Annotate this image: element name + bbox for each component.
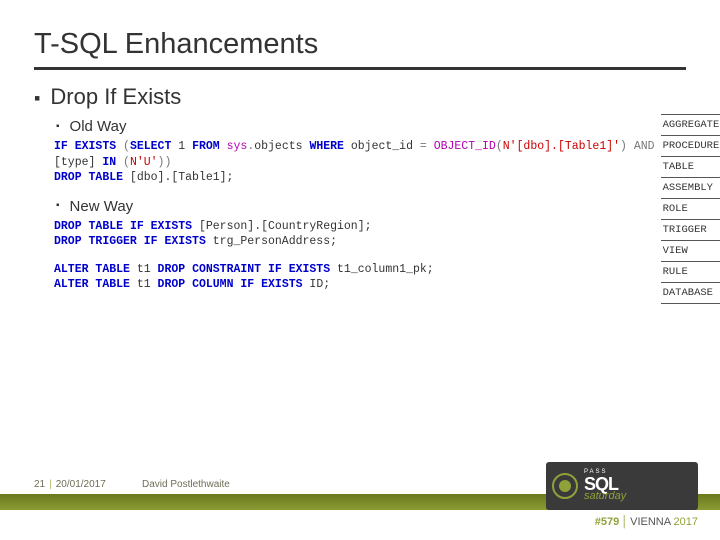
key-icon: [552, 473, 578, 499]
table-row: ASSEMBLYVIEW: [661, 178, 720, 199]
subsection-old: Old Way: [70, 118, 127, 135]
table-cell: ROLE: [661, 199, 720, 220]
slide-title: T-SQL Enhancements: [34, 28, 686, 70]
table-cell: ASSEMBLY: [661, 178, 720, 199]
subsection-new: New Way: [70, 198, 134, 215]
table-cell: VIEW: [661, 241, 720, 262]
bullet-icon: ▪: [56, 201, 60, 211]
event-tag: #579│VIENNA 2017: [595, 516, 698, 528]
table-row: DATABASESYNONYM: [661, 283, 720, 304]
code-old-way: IF EXISTS (SELECT 1 FROM sys.objects WHE…: [54, 139, 655, 186]
table-row: TABLESECURITY POLICY: [661, 157, 720, 178]
table-row: ROLEFUNCTION: [661, 199, 720, 220]
table-cell: PROCEDURE: [661, 136, 720, 157]
code-new-way-2: ALTER TABLE t1 DROP CONSTRAINT IF EXISTS…: [54, 262, 655, 293]
table-cell: TABLE: [661, 157, 720, 178]
footer-author: David Postlethwaite: [142, 479, 230, 490]
sql-saturday-logo: PASS SQL saturday: [546, 462, 698, 510]
bullet-icon: ▪: [34, 89, 40, 107]
table-row: TRIGGERSEQUENCE: [661, 220, 720, 241]
table-row: AGGREGATESCHEMA USER: [661, 115, 720, 136]
table-cell: RULE: [661, 262, 720, 283]
code-new-way-1: DROP TABLE IF EXISTS [Person].[CountryRe…: [54, 219, 655, 250]
table-cell: TRIGGER: [661, 220, 720, 241]
section-heading: Drop If Exists: [50, 84, 181, 110]
object-types-table: AGGREGATESCHEMA USERPROCEDUREDEFAULTTABL…: [661, 114, 720, 304]
table-row: VIEWINDEX: [661, 241, 720, 262]
table-cell: AGGREGATE: [661, 115, 720, 136]
bullet-icon: ▪: [56, 122, 60, 132]
table-row: RULETYPE: [661, 262, 720, 283]
table-cell: DATABASE: [661, 283, 720, 304]
footer-page-date: 21|20/01/2017: [34, 479, 106, 490]
table-row: PROCEDUREDEFAULT: [661, 136, 720, 157]
